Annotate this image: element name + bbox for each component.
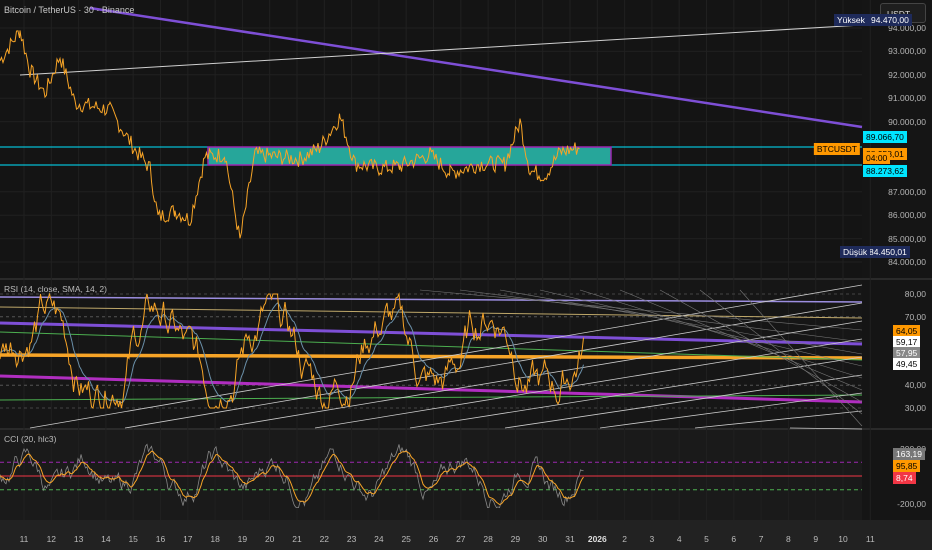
time-axis-label: 18 xyxy=(210,534,220,544)
time-axis-label: 19 xyxy=(237,534,248,544)
time-axis-label: 31 xyxy=(565,534,575,544)
price-axis-label: 85.000,00 xyxy=(888,233,926,244)
time-axis-label: 15 xyxy=(128,534,138,544)
time-axis-label: 13 xyxy=(73,534,84,544)
time-axis-label: 9 xyxy=(813,534,819,544)
time-axis-label: 2026 xyxy=(587,534,607,544)
time-axis-label: 6 xyxy=(731,534,737,544)
time-axis xyxy=(0,520,932,550)
time-axis-label: 8 xyxy=(786,534,791,544)
time-axis-label: 23 xyxy=(346,534,357,544)
time-axis-label: 14 xyxy=(101,534,111,544)
time-axis-label: 28 xyxy=(483,534,493,544)
high-value-tag: 94.470,00 xyxy=(868,14,912,26)
rsi-value-tag: 49,45 xyxy=(893,358,921,370)
time-axis-label: 12 xyxy=(46,534,57,544)
price-axis-label: 92.000,00 xyxy=(888,69,926,80)
time-axis-label: 7 xyxy=(758,534,764,544)
symbol-tag: BTCUSDT xyxy=(813,143,860,155)
zone-bottom-price-tag: 88.273,62 xyxy=(863,165,907,177)
time-axis-label: 21 xyxy=(292,534,302,544)
price-axis-label: 87.000,00 xyxy=(888,186,926,197)
time-axis-label: 22 xyxy=(319,534,330,544)
cci-value-tag: 163,19 xyxy=(893,448,925,460)
rsi-axis-label: 70,00 xyxy=(904,311,926,322)
time-axis-label: 29 xyxy=(510,534,521,544)
low-label-tag: Düşük xyxy=(840,246,871,258)
rsi-axis-label: 30,00 xyxy=(904,403,926,413)
time-axis-label: 27 xyxy=(456,534,466,544)
time-axis-label: 11 xyxy=(19,534,29,544)
rsi-axis-label: 40,00 xyxy=(904,380,926,391)
price-axis-label: 84.000,00 xyxy=(888,257,926,267)
price-axis-label: 93.000,00 xyxy=(888,46,926,57)
zone-top-price-tag: 89.066,70 xyxy=(863,131,907,143)
chart-title: Bitcoin / TetherUS · 30 · Binance xyxy=(4,5,135,15)
time-axis-label: 3 xyxy=(649,534,655,544)
low-value-tag: 84.450,01 xyxy=(866,246,910,258)
cci-pane xyxy=(0,430,862,520)
rsi-axis-label: 80,00 xyxy=(904,289,926,299)
price-axis-label: 90.000,00 xyxy=(888,116,926,127)
high-label-tag: Yüksek xyxy=(834,14,868,26)
time-axis-label: 2 xyxy=(622,534,627,544)
price-pane xyxy=(0,0,862,278)
supply-demand-zone xyxy=(207,146,612,166)
price-axis-label: 86.000,00 xyxy=(888,210,926,221)
rsi-title[interactable]: RSI (14, close, SMA, 14, 2) xyxy=(4,284,107,294)
countdown-tag: 04:00 xyxy=(863,152,891,164)
chart-canvas[interactable] xyxy=(0,0,932,550)
time-axis-label: 24 xyxy=(374,534,384,544)
time-axis-label: 26 xyxy=(428,534,439,544)
time-axis-label: 11 xyxy=(865,534,875,544)
cci-title[interactable]: CCI (20, hlc3) xyxy=(4,434,56,444)
time-axis-label: 5 xyxy=(704,534,709,544)
time-axis-label: 10 xyxy=(838,534,848,544)
time-axis-label: 17 xyxy=(183,534,193,544)
cci-axis-label: -200,00 xyxy=(897,499,926,509)
time-axis-label: 16 xyxy=(155,534,166,544)
time-axis-label: 25 xyxy=(401,534,411,544)
cci-value-tag: 95,85 xyxy=(893,460,921,472)
time-axis-label: 30 xyxy=(537,534,548,544)
price-axis-label: 91.000,00 xyxy=(888,93,926,104)
time-axis-label: 20 xyxy=(264,534,275,544)
time-axis-label: 4 xyxy=(676,534,682,544)
cci-value-tag: 8,74 xyxy=(893,472,916,484)
